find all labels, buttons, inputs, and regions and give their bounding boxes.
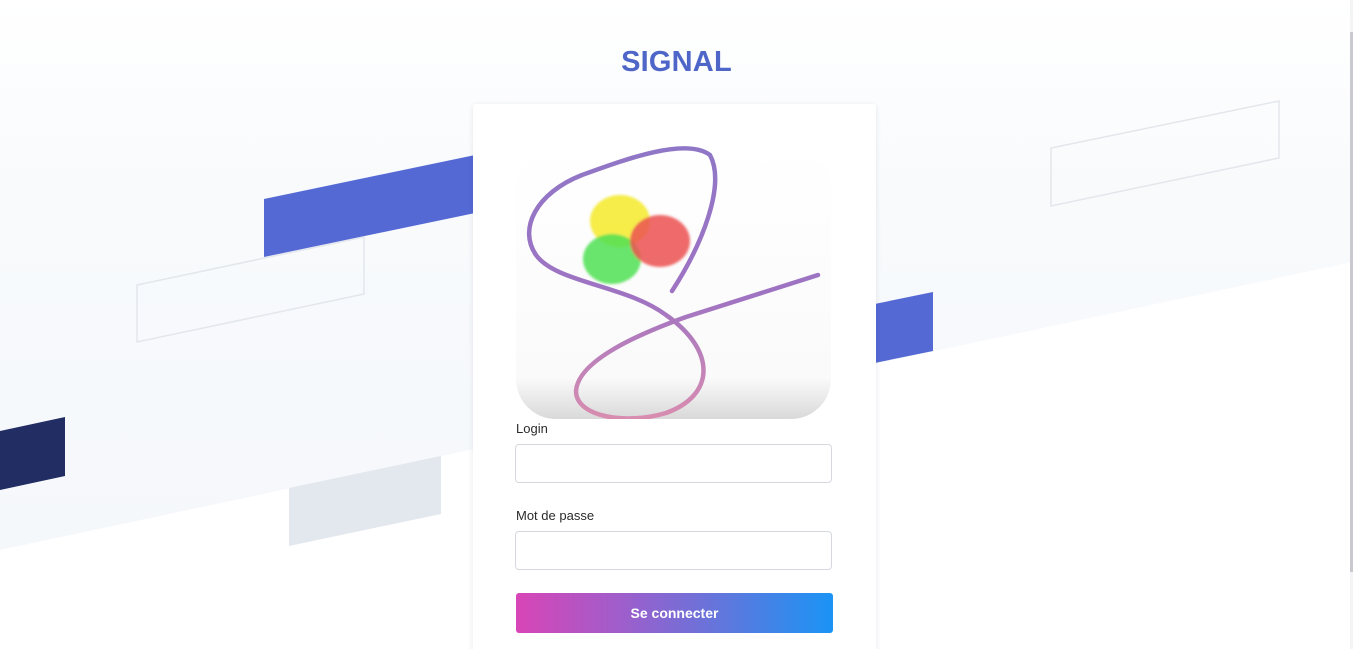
signal-logo-icon [516, 146, 831, 419]
login-page: SIGNAL Login Mot de passe Se connecter [0, 0, 1353, 649]
login-submit-button[interactable]: Se connecter [516, 593, 833, 633]
password-input[interactable] [515, 531, 832, 570]
login-input[interactable] [515, 444, 832, 483]
app-title: SIGNAL [621, 46, 732, 78]
logo-image [516, 145, 831, 419]
login-card: Login Mot de passe Se connecter [473, 104, 876, 649]
login-label: Login [516, 421, 548, 436]
password-label: Mot de passe [516, 508, 595, 523]
